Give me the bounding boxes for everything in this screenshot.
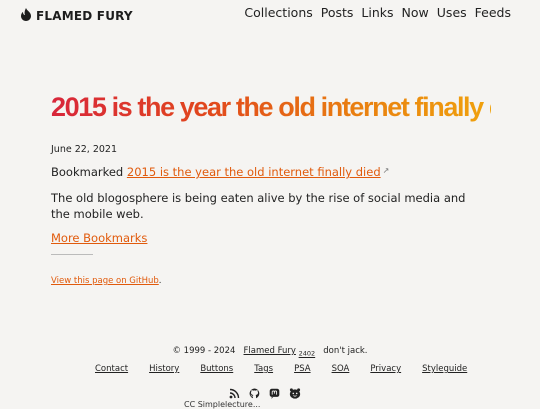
footer-links: Contact History Buttons Tags PSA SOA Pri… — [95, 364, 467, 374]
tagline: don't jack. — [323, 346, 368, 356]
github-line: View this page on GitHub. — [51, 276, 161, 286]
footer-link-styleguide[interactable]: Styleguide — [422, 364, 467, 374]
site-logo-text: FLAMED FURY — [36, 8, 133, 23]
footer-link-contact[interactable]: Contact — [95, 364, 128, 374]
main-nav: Collections Posts Links Now Uses Feeds — [244, 5, 511, 20]
nav-uses[interactable]: Uses — [437, 5, 467, 20]
divider — [51, 254, 93, 255]
footer-link-privacy[interactable]: Privacy — [370, 364, 401, 374]
footer-link-buttons[interactable]: Buttons — [200, 364, 233, 374]
nav-posts[interactable]: Posts — [321, 5, 354, 20]
bookmark-description: The old blogosphere is being eaten alive… — [51, 191, 466, 221]
post-date: June 22, 2021 — [51, 144, 118, 155]
footer-link-soa[interactable]: SOA — [332, 364, 350, 374]
bookmarked-label: Bookmarked — [51, 165, 124, 179]
guestbook-icon[interactable] — [289, 384, 301, 403]
article: 2015 is the year the old internet finall… — [51, 90, 540, 286]
site-version-link[interactable]: 2402 — [299, 350, 316, 358]
mastodon-icon[interactable] — [269, 384, 280, 403]
footer-link-history[interactable]: History — [149, 364, 179, 374]
copyright-line: © 1999 - 2024 Flamed Fury 2402 don't jac… — [0, 346, 540, 358]
site-header: FLAMED FURY Collections Posts Links Now … — [0, 0, 540, 28]
page-title: 2015 is the year the old internet finall… — [51, 92, 540, 122]
view-on-github-link[interactable]: View this page on GitHub — [51, 276, 159, 286]
github-line-period: . — [158, 276, 162, 286]
site-logo[interactable]: FLAMED FURY — [20, 6, 133, 25]
bookmarked-link[interactable]: 2015 is the year the old internet finall… — [127, 165, 381, 179]
nav-links[interactable]: Links — [361, 5, 393, 20]
bookmark-line: Bookmarked 2015 is the year the old inte… — [51, 165, 389, 179]
copyright-text: © 1999 - 2024 — [172, 346, 236, 356]
footer-link-psa[interactable]: PSA — [294, 364, 311, 374]
nav-feeds[interactable]: Feeds — [475, 5, 511, 20]
external-link-icon: ↗ — [382, 166, 390, 175]
nav-collections[interactable]: Collections — [244, 5, 312, 20]
site-link[interactable]: Flamed Fury — [244, 346, 296, 356]
more-bookmarks-link[interactable]: More Bookmarks — [51, 231, 147, 245]
flame-icon — [20, 6, 32, 25]
nav-now[interactable]: Now — [402, 5, 429, 20]
footer-link-tags[interactable]: Tags — [254, 364, 273, 374]
